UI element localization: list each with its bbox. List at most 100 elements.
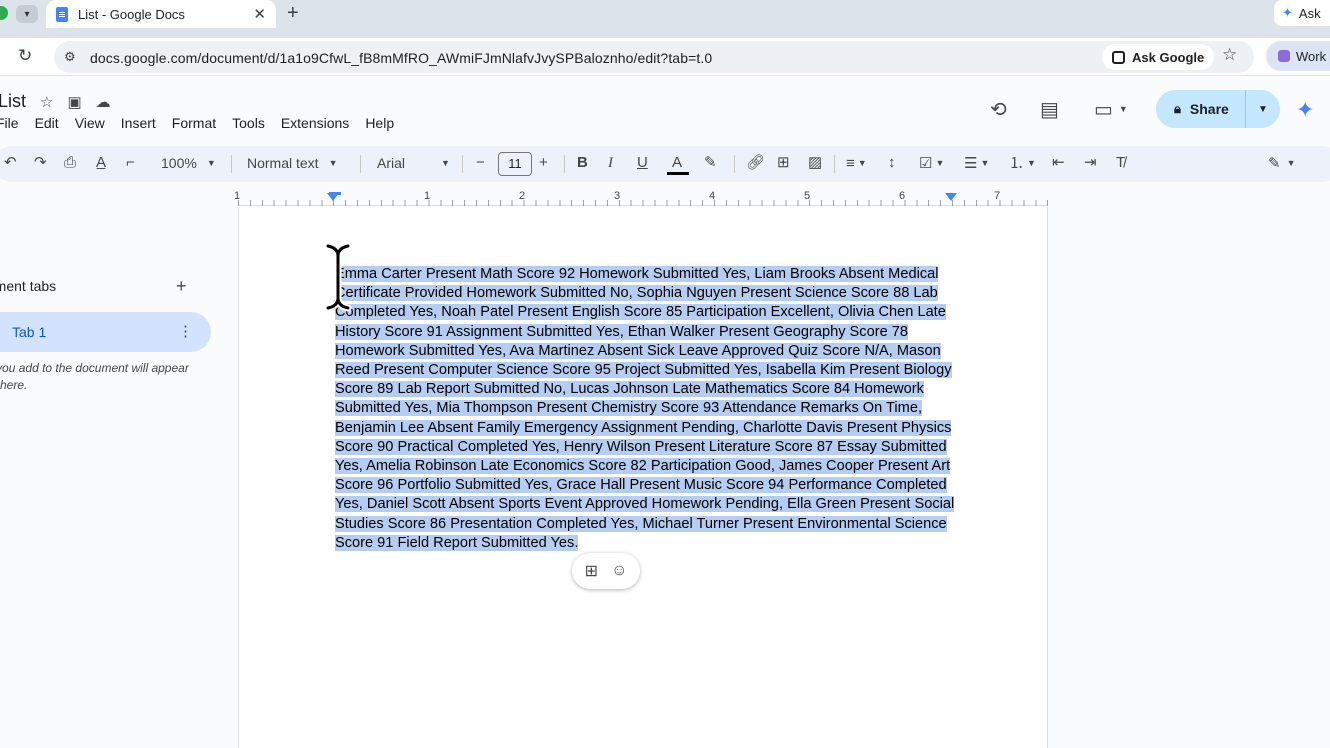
zoom-value: 100% [161, 155, 197, 171]
share-dropdown-chevron-icon[interactable]: ▼ [1246, 104, 1280, 115]
style-value: Normal text [247, 155, 319, 171]
checklist-icon[interactable]: ☑ ▼ [919, 154, 944, 173]
chevron-down-icon: ▼ [857, 158, 867, 168]
redo-icon[interactable]: ↷ [34, 154, 47, 172]
ask-gemini-button[interactable]: ✦ Ask [1274, 0, 1330, 26]
undo-icon[interactable]: ↶ [4, 154, 17, 172]
toolbar-divider [231, 155, 232, 173]
chevron-down-icon: ▼ [935, 158, 945, 168]
more-vert-icon[interactable]: ⋮ [178, 322, 193, 340]
decrease-font-size-icon[interactable]: − [476, 154, 485, 172]
ruler-number: 4 [709, 190, 716, 202]
style-select[interactable]: Normal text ▼ [247, 155, 338, 171]
zoom-select[interactable]: 100% ▼ [161, 155, 216, 171]
ruler-ticks [238, 200, 1048, 206]
share-main[interactable]: 🔒︎ Share [1156, 90, 1246, 128]
menu-file[interactable]: File [0, 115, 19, 131]
highlight-color-icon[interactable]: ✎ [704, 154, 717, 172]
site-info-icon[interactable]: ⚙ [64, 49, 76, 65]
font-select[interactable]: Arial ▼ [377, 155, 452, 171]
add-emoji-reaction-icon[interactable]: ☺ [611, 562, 627, 580]
tab-search-chevron-icon[interactable]: ▾ [16, 5, 38, 23]
underline-icon[interactable]: U [637, 154, 648, 172]
close-tab-icon[interactable]: ✕ [253, 5, 266, 23]
menu-view[interactable]: View [75, 115, 105, 131]
selected-text[interactable]: Emma Carter Present Math Score 92 Homewo… [335, 266, 955, 551]
print-icon[interactable]: ⎙ [64, 154, 76, 172]
spellcheck-icon[interactable]: A̲ [96, 154, 106, 172]
menu-extensions[interactable]: Extensions [281, 115, 349, 131]
bold-icon[interactable]: B [577, 154, 588, 172]
numbered-list-icon[interactable]: ⒈ ▼ [1009, 154, 1036, 173]
ruler-number: 3 [614, 190, 621, 202]
work-profile-icon [1278, 50, 1290, 62]
ask-google-button[interactable]: Ask Google [1102, 44, 1215, 70]
browser-tab-active[interactable]: List - Google Docs ✕ [46, 0, 276, 28]
bookmark-star-icon[interactable]: ☆ [1222, 45, 1237, 65]
menu-insert[interactable]: Insert [121, 115, 156, 131]
bulleted-list-icon[interactable]: ☰ ▼ [964, 154, 989, 173]
line-spacing-icon[interactable]: ↕ [888, 154, 896, 172]
font-size-input[interactable]: 11 [498, 152, 532, 176]
browser-tab-title: List - Google Docs [78, 6, 185, 22]
new-tab-button[interactable]: + [287, 2, 299, 25]
work-profile-button[interactable]: Work [1266, 41, 1330, 71]
clear-formatting-icon[interactable]: T̸ [1116, 154, 1125, 172]
title-actions: ☆ ▣ ☁ [40, 93, 111, 111]
gemini-spark-icon[interactable]: ✦ [1296, 97, 1314, 123]
work-label: Work [1296, 48, 1327, 64]
increase-indent-icon[interactable]: ⇥ [1084, 154, 1097, 172]
document-tabs-heading: Document tabs [0, 278, 57, 294]
add-comment-icon[interactable]: ⊞ [777, 154, 790, 172]
first-line-indent-marker[interactable] [329, 192, 341, 195]
chevron-down-icon: ▼ [328, 158, 338, 168]
chevron-down-icon: ▼ [1027, 158, 1036, 168]
profile-dot-icon [0, 6, 8, 20]
document-title[interactable]: List [0, 91, 26, 112]
video-icon[interactable]: ▭ ▼ [1094, 97, 1128, 122]
comment-icon[interactable]: ▤ [1040, 97, 1059, 122]
align-icon[interactable]: ≡ ▼ [846, 154, 867, 173]
ruler-number: 7 [994, 190, 1001, 202]
spark-icon: ✦ [1282, 5, 1293, 20]
font-value: Arial [377, 155, 406, 171]
menu-edit[interactable]: Edit [35, 115, 59, 131]
right-indent-marker[interactable] [945, 193, 957, 201]
toolbar-divider [834, 155, 835, 173]
ruler-number: 5 [804, 190, 811, 202]
floating-comment-bar: ⊞ ☺ [572, 553, 640, 589]
url-text[interactable]: docs.google.com/document/d/1a1o9CfwL_fB8… [90, 50, 712, 66]
ruler-number: 6 [899, 190, 906, 202]
lens-icon [1112, 50, 1125, 64]
decrease-indent-icon[interactable]: ⇤ [1052, 154, 1065, 172]
text-color-icon[interactable]: A [672, 154, 682, 172]
add-comment-icon[interactable]: ⊞ [585, 561, 598, 581]
move-folder-icon[interactable]: ▣ [67, 93, 81, 111]
share-button[interactable]: 🔒︎ Share ▼ [1156, 90, 1280, 128]
chevron-down-icon: ▼ [1286, 158, 1296, 168]
menu-help[interactable]: Help [365, 115, 394, 131]
browser-tab-strip: ▾ List - Google Docs ✕ + ✦ Ask [0, 0, 1330, 38]
add-tab-button[interactable]: + [176, 276, 187, 297]
google-docs-favicon-icon [56, 6, 68, 22]
history-icon[interactable]: ⟲ [990, 97, 1007, 122]
menu-tools[interactable]: Tools [232, 115, 265, 131]
cloud-status-icon[interactable]: ☁ [96, 93, 111, 111]
increase-font-size-icon[interactable]: + [539, 154, 548, 172]
document-tab-1[interactable]: Tab 1 ⋮ [0, 312, 211, 352]
chevron-down-icon: ▼ [206, 158, 216, 168]
italic-icon[interactable]: I [608, 154, 613, 172]
text-color-swatch [667, 172, 689, 175]
insert-image-icon[interactable]: ▨ [808, 154, 822, 172]
star-document-icon[interactable]: ☆ [40, 93, 53, 111]
lock-icon: 🔒︎ [1174, 101, 1181, 116]
reload-icon[interactable]: ↻ [18, 46, 32, 66]
document-body[interactable]: Emma Carter Present Math Score 92 Homewo… [335, 265, 960, 553]
document-page[interactable]: Emma Carter Present Math Score 92 Homewo… [238, 207, 1048, 748]
paint-format-icon[interactable]: ⌐ [126, 154, 135, 172]
insert-link-icon[interactable]: 🔗︎ [746, 154, 765, 172]
menu-format[interactable]: Format [172, 115, 216, 131]
editing-mode-pencil-icon[interactable]: ✎ ▼ [1268, 154, 1296, 173]
horizontal-ruler[interactable]: 1 1 2 3 4 5 6 7 [234, 188, 1048, 206]
omnibox[interactable]: ⚙ docs.google.com/document/d/1a1o9CfwL_f… [54, 41, 1254, 73]
